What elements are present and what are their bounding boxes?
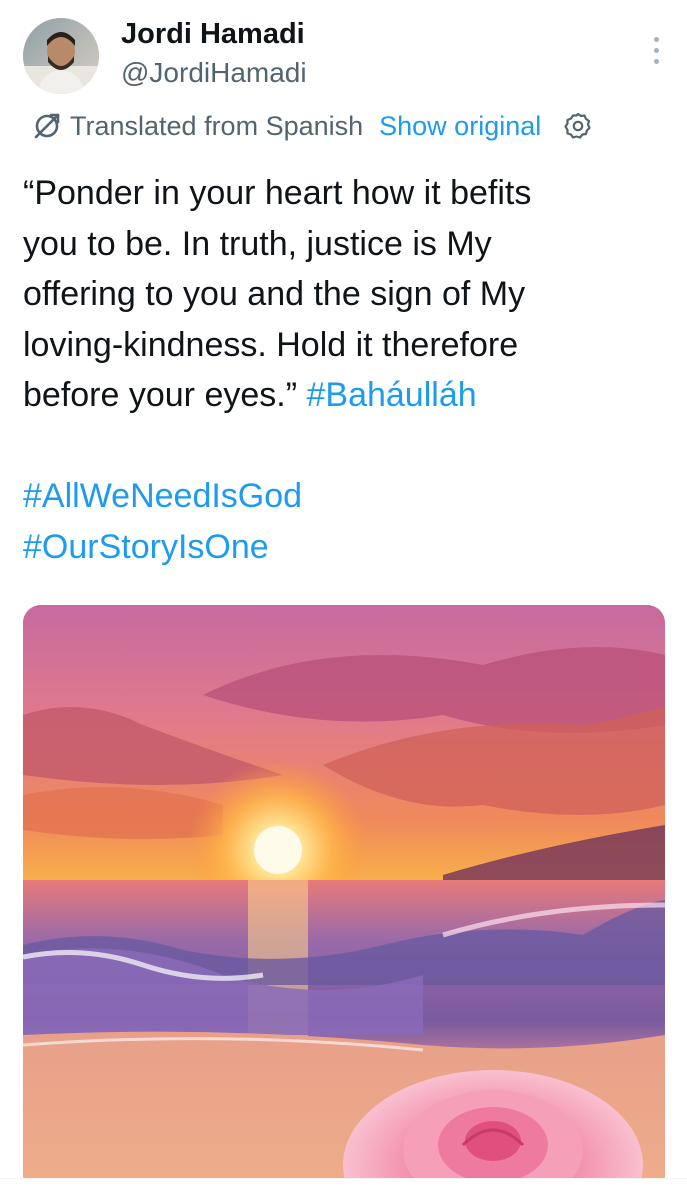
tweet-card: Jordi Hamadi @JordiHamadi Translated fro… bbox=[0, 0, 687, 1200]
tweet-text-line-last: before your eyes.” #Baháulláh bbox=[23, 370, 653, 421]
hashtag-link[interactable]: #AllWeNeedIsGod bbox=[23, 477, 302, 515]
tweet-text-line: you to be. In truth, justice is My bbox=[23, 224, 492, 263]
hashtag-link[interactable]: #Baháulláh bbox=[306, 376, 476, 414]
gear-icon[interactable] bbox=[563, 111, 593, 141]
author-handle[interactable]: @JordiHamadi bbox=[121, 54, 307, 92]
tweet-text-line: offering to you and the sign of My bbox=[23, 275, 526, 313]
more-vertical-icon bbox=[653, 36, 659, 42]
hashtag-line: #OurStoryIsOne bbox=[23, 522, 653, 573]
tweet-text-line: before your eyes.” bbox=[23, 376, 298, 414]
tweet-text-line: “Ponder in your heart how it befits bbox=[23, 174, 532, 212]
avatar[interactable] bbox=[23, 18, 99, 94]
author-display-name[interactable]: Jordi Hamadi bbox=[121, 14, 305, 54]
tweet-media-image[interactable] bbox=[23, 605, 665, 1200]
hashtag-line: #AllWeNeedIsGod bbox=[23, 471, 653, 522]
translate-icon bbox=[32, 111, 62, 141]
divider bbox=[0, 1178, 687, 1200]
show-original-link[interactable]: Show original bbox=[379, 106, 541, 146]
more-options-button[interactable] bbox=[645, 30, 667, 70]
more-vertical-icon-dot bbox=[653, 58, 659, 64]
translation-bar: Translated from Spanish Show original bbox=[32, 106, 593, 146]
translated-from-label: Translated from Spanish bbox=[70, 111, 364, 141]
more-vertical-icon-dot bbox=[653, 47, 659, 53]
tweet-text-line: loving-kindness. Hold it therefore bbox=[23, 325, 519, 364]
hashtag-link[interactable]: #OurStoryIsOne bbox=[23, 528, 269, 566]
tweet-text: “Ponder in your heart how it befits you … bbox=[23, 168, 653, 572]
